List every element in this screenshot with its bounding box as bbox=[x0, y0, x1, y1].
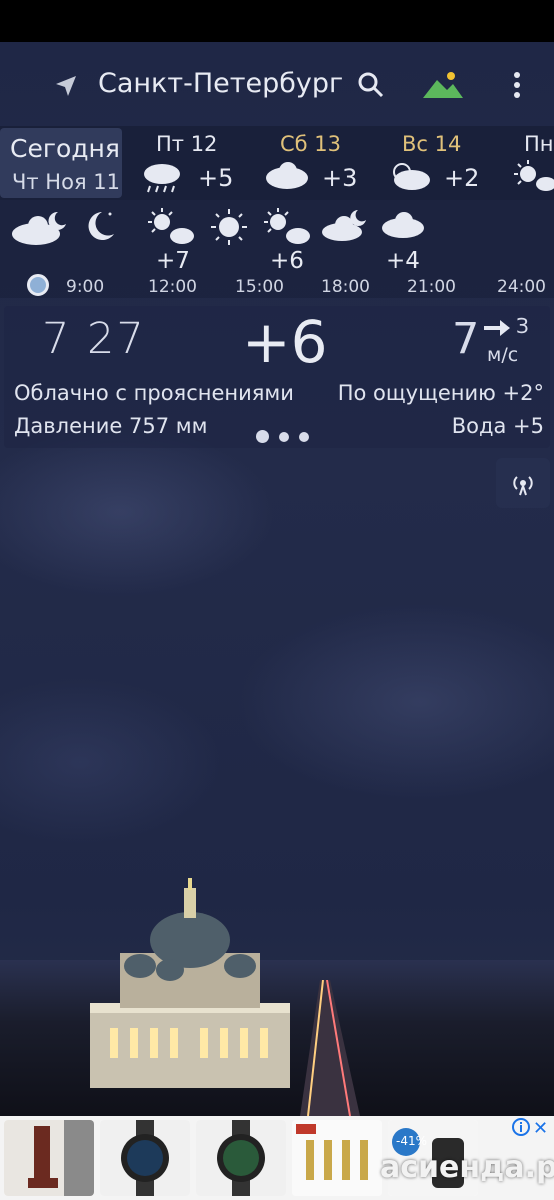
current-temperature: +6 bbox=[242, 308, 328, 376]
wind-direction: З bbox=[516, 314, 529, 338]
radar-signal-icon bbox=[513, 476, 533, 496]
hourly-temp: +4 bbox=[386, 248, 420, 274]
day-name: Вс 14 bbox=[402, 132, 462, 156]
day-name: Пт 12 bbox=[156, 132, 218, 156]
street-lights-image bbox=[300, 980, 360, 1116]
watermark: асиенда.ру bbox=[380, 1150, 554, 1185]
search-icon[interactable] bbox=[356, 70, 386, 100]
moon-icon bbox=[88, 212, 114, 240]
ad-product-watch[interactable] bbox=[100, 1120, 190, 1196]
day-temp: +3 bbox=[322, 164, 358, 192]
day-temp: +2 bbox=[444, 164, 480, 192]
sun-icon bbox=[211, 209, 247, 245]
cloudy-night-icon bbox=[12, 211, 66, 245]
day-saturday[interactable]: Сб 13 +3 bbox=[264, 130, 374, 196]
day-name: Сб 13 bbox=[280, 132, 342, 156]
cloud-icon bbox=[266, 162, 308, 189]
sun-cloud-icon bbox=[148, 208, 194, 244]
more-menu-icon[interactable] bbox=[508, 70, 526, 100]
page-dot bbox=[279, 431, 289, 442]
background-image-icon[interactable] bbox=[421, 70, 465, 100]
wind-speed: 7 bbox=[452, 314, 480, 364]
cloud-icon bbox=[382, 212, 424, 238]
ad-product-watch-2[interactable] bbox=[196, 1120, 286, 1196]
status-bar bbox=[0, 0, 554, 42]
hourly-time: 18:00 bbox=[321, 277, 370, 297]
current-time-marker bbox=[27, 274, 49, 296]
day-sunday[interactable]: Вс 14 +2 bbox=[386, 130, 496, 196]
day-monday[interactable]: Пн bbox=[512, 130, 554, 196]
page-dot bbox=[299, 431, 309, 442]
wind-direction-arrow-icon bbox=[484, 320, 510, 336]
condition-text: Облачно с прояснениями bbox=[14, 381, 294, 405]
water-temp-text: Вода +5 bbox=[451, 414, 544, 438]
location-arrow-icon[interactable] bbox=[52, 72, 80, 100]
day-friday[interactable]: Пт 12 +5 bbox=[140, 130, 250, 196]
feels-like-text: По ощущению +2° bbox=[337, 381, 544, 405]
radar-button[interactable] bbox=[496, 458, 550, 508]
day-temp: +5 bbox=[198, 164, 234, 192]
city-name[interactable]: Санкт-Петербург bbox=[98, 68, 343, 99]
hourly-temp: +7 bbox=[156, 248, 190, 274]
hourly-time: 24:00 bbox=[497, 277, 546, 297]
hourly-time: 12:00 bbox=[148, 277, 197, 297]
today-date: Чт Ноя 11 bbox=[12, 170, 120, 194]
ad-product-spark-plugs[interactable] bbox=[292, 1120, 382, 1196]
cathedral-image bbox=[90, 878, 290, 1088]
day-name: Пн bbox=[524, 132, 554, 156]
top-bar: Санкт-Петербург bbox=[0, 58, 554, 110]
ad-close-icon[interactable]: ✕ bbox=[533, 1118, 548, 1139]
wind-unit: м/с bbox=[487, 344, 519, 366]
ad-info-icon[interactable] bbox=[512, 1118, 530, 1136]
discount-badge: -41% bbox=[396, 1134, 428, 1148]
cloudy-night-icon bbox=[322, 210, 366, 241]
ad-product-boots[interactable] bbox=[4, 1120, 94, 1196]
sun-cloud-icon bbox=[514, 160, 554, 191]
pressure-text: Давление 757 мм bbox=[14, 414, 208, 438]
tab-today[interactable]: Сегодня Чт Ноя 11 bbox=[0, 128, 122, 198]
sun-cloud-icon bbox=[264, 208, 310, 244]
hourly-time: 15:00 bbox=[235, 277, 284, 297]
hourly-time: 9:00 bbox=[66, 277, 105, 297]
rain-cloud-icon bbox=[144, 164, 180, 193]
current-time: 7 27 bbox=[42, 314, 146, 364]
page-indicator bbox=[256, 426, 319, 445]
page-dot-active bbox=[256, 430, 269, 443]
today-title: Сегодня bbox=[10, 134, 120, 163]
hourly-temp: +6 bbox=[270, 248, 304, 274]
partly-cloudy-icon bbox=[393, 163, 430, 190]
hourly-time: 21:00 bbox=[407, 277, 456, 297]
